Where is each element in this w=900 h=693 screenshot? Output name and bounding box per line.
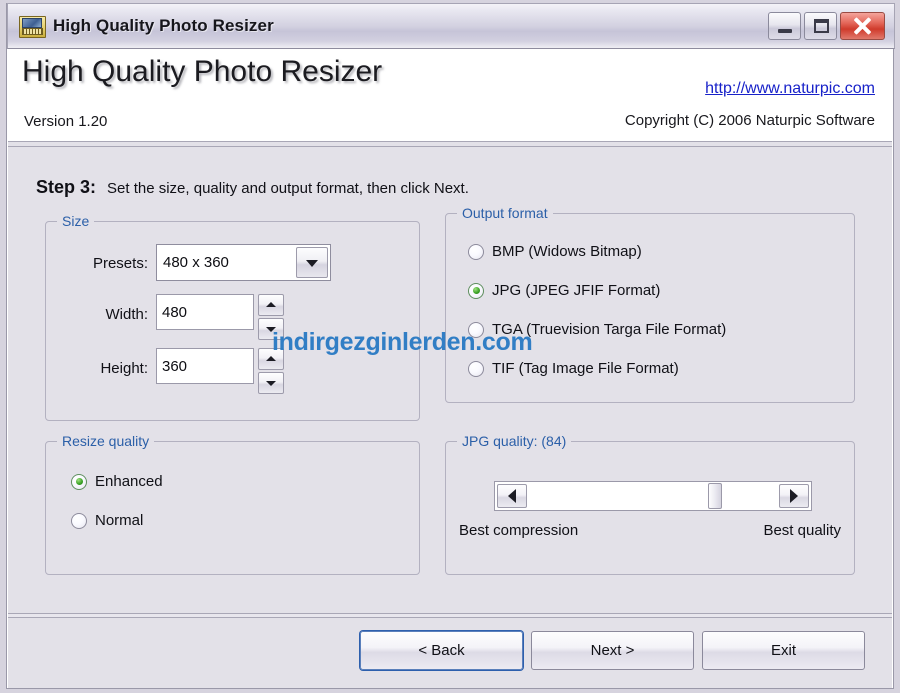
radio-output-bmp[interactable]: BMP (Widows Bitmap): [468, 243, 642, 260]
window-title: High Quality Photo Resizer: [53, 16, 274, 35]
wizard-footer: < Back Next > Exit: [8, 618, 892, 688]
exit-button[interactable]: Exit: [702, 631, 865, 670]
height-label: Height:: [100, 360, 148, 377]
triangle-up-icon: [266, 356, 276, 361]
height-stepper-up[interactable]: [258, 348, 284, 370]
radio-output-jpg[interactable]: JPG (JPEG JFIF Format): [468, 282, 660, 299]
height-stepper[interactable]: [258, 348, 284, 394]
width-stepper[interactable]: [258, 294, 284, 340]
title-bar[interactable]: High Quality Photo Resizer: [7, 3, 895, 49]
copyright-label: Copyright (C) 2006 Naturpic Software: [624, 112, 875, 129]
step-instruction: Step 3: Set the size, quality and output …: [36, 177, 469, 198]
resize-quality-legend: Resize quality: [57, 433, 155, 449]
width-stepper-down[interactable]: [258, 318, 284, 340]
radio-tga-label: TGA (Truevision Targa File Format): [492, 321, 727, 338]
product-title: High Quality Photo Resizer: [22, 55, 383, 88]
step-text: Set the size, quality and output format,…: [107, 180, 469, 197]
photo-resizer-icon: [18, 14, 46, 38]
jpg-quality-slider[interactable]: [494, 481, 812, 511]
presets-value: 480 x 360: [163, 254, 229, 271]
screenshot-root: High Quality Photo Resizer High Quality …: [0, 0, 900, 693]
radio-enhanced-indicator: [71, 473, 87, 490]
radio-normal-label: Normal: [95, 512, 144, 529]
jpg-quality-group: JPG quality: (84) Best compression Best …: [445, 433, 855, 575]
radio-resize-enhanced[interactable]: Enhanced: [71, 473, 163, 490]
triangle-up-icon: [266, 302, 276, 307]
chevron-down-icon: [306, 259, 318, 267]
presets-combobox[interactable]: 480 x 360: [156, 244, 331, 281]
wizard-body: Step 3: Set the size, quality and output …: [8, 147, 892, 613]
next-button[interactable]: Next >: [531, 631, 694, 670]
close-button[interactable]: [840, 12, 885, 40]
slider-min-caption: Best compression: [459, 522, 579, 539]
close-icon: [841, 13, 884, 39]
radio-output-tga[interactable]: TGA (Truevision Targa File Format): [468, 321, 726, 338]
radio-tif-indicator: [468, 360, 484, 377]
width-label: Width:: [105, 306, 148, 323]
radio-resize-normal[interactable]: Normal: [71, 512, 143, 529]
radio-output-tif[interactable]: TIF (Tag Image File Format): [468, 360, 679, 377]
radio-jpg-indicator: [468, 282, 484, 299]
width-input[interactable]: 480: [156, 294, 254, 330]
slider-max-caption: Best quality: [763, 522, 841, 539]
radio-tif-label: TIF (Tag Image File Format): [492, 360, 679, 377]
height-stepper-down[interactable]: [258, 372, 284, 394]
triangle-down-icon: [266, 327, 276, 332]
window-controls: [768, 12, 885, 40]
jpg-quality-legend: JPG quality: (84): [457, 433, 572, 449]
version-label: Version 1.20: [24, 113, 108, 130]
back-button[interactable]: < Back: [360, 631, 523, 670]
size-group-legend: Size: [57, 213, 95, 229]
chevron-left-icon: [508, 489, 516, 503]
app-header: High Quality Photo Resizer Version 1.20 …: [8, 49, 892, 141]
presets-label: Presets:: [92, 255, 148, 272]
radio-bmp-label: BMP (Widows Bitmap): [492, 243, 642, 260]
minimize-icon: [778, 29, 792, 33]
radio-bmp-indicator: [468, 243, 484, 260]
radio-tga-indicator: [468, 321, 484, 338]
size-group: Size Presets: 480 x 360 Width: 480 Heigh…: [45, 213, 420, 421]
application-window: High Quality Photo Resizer High Quality …: [6, 3, 895, 689]
slider-decrease-button[interactable]: [497, 484, 527, 508]
minimize-button[interactable]: [768, 12, 801, 40]
slider-thumb[interactable]: [708, 483, 722, 509]
radio-normal-indicator: [71, 512, 87, 529]
output-format-legend: Output format: [457, 205, 553, 221]
output-format-group: Output format BMP (Widows Bitmap) JPG (J…: [445, 205, 855, 403]
slider-increase-button[interactable]: [779, 484, 809, 508]
triangle-down-icon: [266, 381, 276, 386]
radio-enhanced-label: Enhanced: [95, 473, 163, 490]
maximize-icon: [814, 19, 829, 33]
width-stepper-up[interactable]: [258, 294, 284, 316]
step-label: Step 3:: [36, 177, 97, 197]
slider-track[interactable]: [529, 482, 777, 510]
radio-jpg-label: JPG (JPEG JFIF Format): [492, 282, 661, 299]
height-input[interactable]: 360: [156, 348, 254, 384]
maximize-button[interactable]: [804, 12, 837, 40]
chevron-right-icon: [790, 489, 798, 503]
presets-dropdown-button[interactable]: [296, 247, 328, 278]
website-link[interactable]: http://www.naturpic.com: [705, 80, 875, 98]
resize-quality-group: Resize quality Enhanced Normal: [45, 433, 420, 575]
